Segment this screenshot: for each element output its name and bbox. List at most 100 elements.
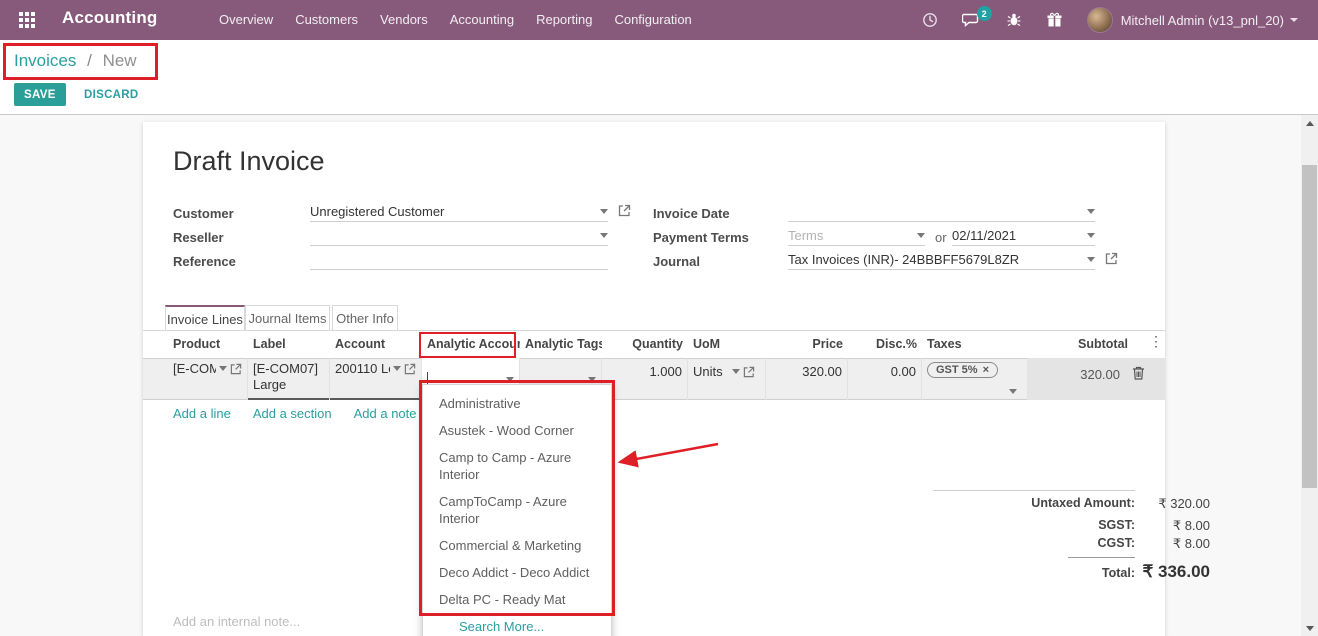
row-account-cell[interactable]: 200110 Lo	[330, 358, 422, 400]
row-price-cell[interactable]: 320.00	[766, 358, 848, 400]
chevron-down-icon[interactable]	[1087, 233, 1095, 238]
save-button[interactable]: SAVE	[14, 83, 66, 106]
dropdown-option[interactable]: Camp to Camp - Azure Interior	[423, 444, 611, 488]
col-header-quantity: Quantity	[602, 330, 688, 358]
total-label: Total:	[818, 562, 1135, 582]
row-subtotal-cell: 320.00	[1028, 358, 1165, 400]
chevron-down-icon[interactable]	[1009, 389, 1017, 394]
tab-other-info[interactable]: Other Info	[332, 305, 398, 331]
chevron-down-icon[interactable]	[393, 366, 401, 371]
chevron-down-icon[interactable]	[1087, 257, 1095, 262]
row-disc-cell[interactable]: 0.00	[848, 358, 922, 400]
menu-customers[interactable]: Customers	[284, 0, 369, 40]
menu-configuration[interactable]: Configuration	[603, 0, 702, 40]
row-taxes-cell[interactable]: GST 5% ×	[922, 358, 1028, 400]
messages-icon[interactable]: 2	[950, 0, 994, 40]
line-actions: Add a line Add a section Add a note	[173, 406, 417, 421]
chevron-down-icon[interactable]	[600, 209, 608, 214]
dropdown-option[interactable]: Commercial & Marketing	[423, 532, 611, 559]
menu-overview[interactable]: Overview	[208, 0, 284, 40]
analytic-account-dropdown: Administrative Asustek - Wood Corner Cam…	[422, 384, 612, 636]
bug-icon[interactable]	[994, 0, 1034, 40]
cgst-label: CGST:	[818, 536, 1135, 552]
apps-menu-icon[interactable]	[8, 7, 46, 33]
chevron-down-icon[interactable]	[917, 233, 925, 238]
remove-tax-icon[interactable]: ×	[983, 364, 989, 376]
scroll-up-arrow[interactable]	[1301, 115, 1318, 131]
chevron-down-icon[interactable]	[600, 233, 608, 238]
row-uom-cell[interactable]: Units	[688, 358, 766, 400]
chevron-down-icon[interactable]	[219, 366, 227, 371]
row-quantity-cell[interactable]: 1.000	[602, 358, 688, 400]
reseller-field[interactable]	[310, 226, 608, 246]
user-menu[interactable]: Mitchell Admin (v13_pnl_20)	[1075, 0, 1310, 40]
dropdown-option[interactable]: Asustek - Wood Corner	[423, 417, 611, 444]
menu-accounting[interactable]: Accounting	[439, 0, 525, 40]
gift-icon[interactable]	[1034, 0, 1075, 40]
menu-reporting[interactable]: Reporting	[525, 0, 603, 40]
journal-value: Tax Invoices (INR)- 24BBBFF5679L8ZR	[788, 252, 1087, 267]
breadcrumb-current: New	[103, 51, 137, 70]
discard-button[interactable]: DISCARD	[74, 83, 149, 106]
scrollbar-thumb[interactable]	[1302, 165, 1317, 488]
journal-field[interactable]: Tax Invoices (INR)- 24BBBFF5679L8ZR	[788, 250, 1095, 270]
row-uom-value: Units	[693, 364, 723, 379]
page-title: Draft Invoice	[173, 146, 325, 177]
invoice-date-field[interactable]	[788, 202, 1095, 222]
row-price-value: 320.00	[802, 364, 842, 379]
breadcrumb-invoices-link[interactable]: Invoices	[14, 51, 76, 70]
dropdown-option[interactable]: Deco Addict - Deco Addict	[423, 559, 611, 586]
tax-tag: GST 5% ×	[927, 362, 998, 378]
payment-terms-placeholder: Terms	[788, 228, 917, 243]
row-label-cell[interactable]: [E-COM07] Large	[248, 358, 330, 400]
chevron-down-icon[interactable]	[588, 377, 596, 382]
systray: 2 Mitchell Admin (v13_pnl_20)	[910, 0, 1310, 40]
control-panel: Invoices / New SAVE DISCARD	[0, 40, 1318, 115]
col-header-subtotal: Subtotal	[1028, 330, 1133, 358]
or-text: or	[935, 230, 947, 245]
chevron-down-icon[interactable]	[506, 377, 514, 382]
col-header-label: Label	[248, 330, 330, 358]
app-title: Accounting	[62, 8, 158, 28]
row-product-cell[interactable]: [E-COM07]	[168, 358, 248, 400]
vertical-scrollbar[interactable]	[1301, 115, 1318, 636]
add-a-section-link[interactable]: Add a section	[253, 406, 332, 421]
dropdown-option[interactable]: CampToCamp - Azure Interior	[423, 488, 611, 532]
menu-vendors[interactable]: Vendors	[369, 0, 439, 40]
payment-terms-field[interactable]: Terms	[788, 226, 925, 246]
chevron-down-icon	[1290, 18, 1298, 22]
internal-note-placeholder[interactable]: Add an internal note...	[173, 614, 300, 629]
due-date-field[interactable]: 02/11/2021	[952, 226, 1095, 246]
col-header-product: Product	[168, 330, 248, 358]
reseller-label: Reseller	[173, 230, 224, 245]
reference-field[interactable]	[310, 250, 608, 270]
col-header-taxes: Taxes	[922, 330, 1028, 358]
delete-line-trash-icon[interactable]	[1132, 366, 1145, 380]
dropdown-option[interactable]: Administrative	[423, 390, 611, 417]
col-header-account: Account	[330, 330, 422, 358]
dropdown-option[interactable]: Delta PC - Ready Mat	[423, 586, 611, 613]
cgst-row: CGST: ₹ 8.00	[818, 536, 1210, 552]
chevron-down-icon[interactable]	[1087, 209, 1095, 214]
total-row: Total: ₹ 336.00	[818, 562, 1210, 582]
optional-columns-icon[interactable]: ⋮	[1149, 333, 1163, 350]
chevron-down-icon[interactable]	[732, 369, 740, 374]
customer-field[interactable]: Unregistered Customer	[310, 202, 608, 222]
invoice-form-sheet: Draft Invoice Customer Unregistered Cust…	[143, 122, 1165, 636]
col-header-disc: Disc.%	[848, 330, 922, 358]
add-a-note-link[interactable]: Add a note	[354, 406, 417, 421]
journal-external-link-icon[interactable]	[1105, 252, 1118, 265]
sgst-value: ₹ 8.00	[1135, 518, 1210, 534]
user-name: Mitchell Admin (v13_pnl_20)	[1121, 13, 1284, 28]
activities-clock-icon[interactable]	[910, 0, 950, 40]
tab-invoice-lines[interactable]: Invoice Lines	[165, 305, 245, 331]
payment-terms-label: Payment Terms	[653, 230, 749, 245]
scroll-down-arrow[interactable]	[1301, 620, 1318, 636]
add-a-line-link[interactable]: Add a line	[173, 406, 231, 421]
customer-external-link-icon[interactable]	[618, 204, 631, 217]
col-header-analytic-tags: Analytic Tags	[520, 330, 602, 358]
search-more-link[interactable]: Search More...	[423, 613, 611, 636]
untaxed-amount-value: ₹ 320.00	[1135, 496, 1210, 512]
cgst-value: ₹ 8.00	[1135, 536, 1210, 552]
tab-journal-items[interactable]: Journal Items	[245, 305, 330, 331]
